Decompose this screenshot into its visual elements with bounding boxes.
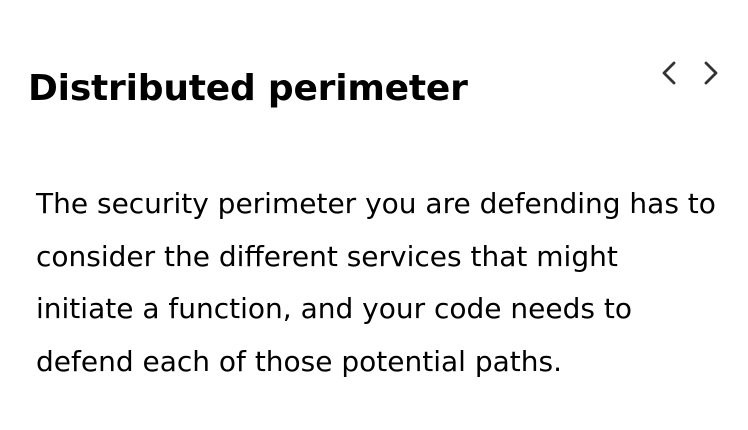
- chevron-left-icon: [662, 61, 676, 85]
- card-body-text: The security perimeter you are defending…: [36, 187, 716, 378]
- chevron-right-icon: [704, 61, 718, 85]
- previous-button[interactable]: [652, 56, 686, 90]
- next-button[interactable]: [694, 56, 728, 90]
- card-navigation: [652, 56, 728, 90]
- card-title: Distributed perimeter: [28, 68, 468, 109]
- content-card: Distributed perimeter The security perim…: [0, 0, 748, 430]
